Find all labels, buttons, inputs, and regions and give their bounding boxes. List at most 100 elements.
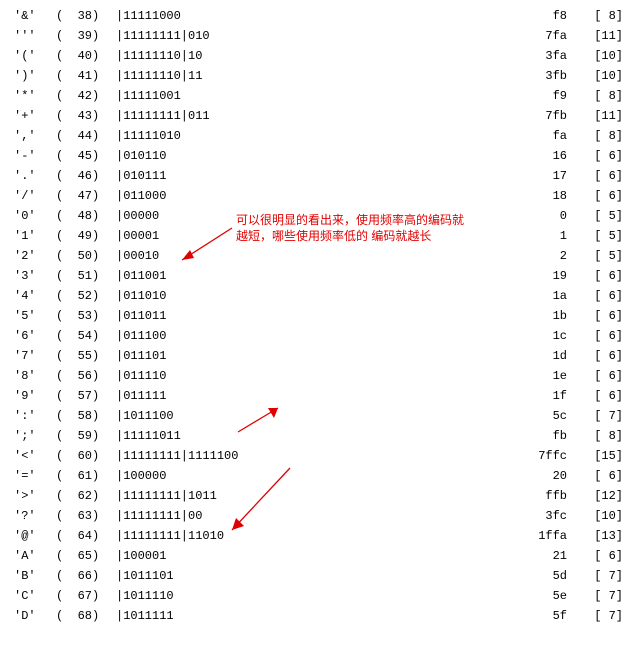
cell-len: [ 6]: [567, 166, 623, 186]
cell-bits: |011111: [116, 386, 507, 406]
table-row: ')'( 41)|11111110|113fb[10]: [14, 66, 623, 86]
cell-dec: ( 61): [56, 466, 116, 486]
table-row: '/'( 47)|01100018[ 6]: [14, 186, 623, 206]
cell-dec: ( 68): [56, 606, 116, 626]
cell-hex: 17: [507, 166, 567, 186]
cell-hex: 21: [507, 546, 567, 566]
cell-dec: ( 43): [56, 106, 116, 126]
table-row: '3'( 51)|01100119[ 6]: [14, 266, 623, 286]
cell-len: [ 8]: [567, 426, 623, 446]
cell-len: [ 6]: [567, 286, 623, 306]
cell-dec: ( 47): [56, 186, 116, 206]
cell-bits: |11111110|10: [116, 46, 507, 66]
cell-dec: ( 48): [56, 206, 116, 226]
table-row: '('( 40)|11111110|103fa[10]: [14, 46, 623, 66]
cell-char: '<': [14, 446, 56, 466]
cell-len: [10]: [567, 46, 623, 66]
cell-hex: 1d: [507, 346, 567, 366]
cell-dec: ( 60): [56, 446, 116, 466]
cell-len: [ 5]: [567, 206, 623, 226]
table-row: '*'( 42)|11111001f9[ 8]: [14, 86, 623, 106]
cell-len: [ 8]: [567, 6, 623, 26]
cell-dec: ( 42): [56, 86, 116, 106]
table-row: '''( 39)|11111111|0107fa[11]: [14, 26, 623, 46]
cell-hex: 5c: [507, 406, 567, 426]
cell-hex: 1c: [507, 326, 567, 346]
cell-len: [ 6]: [567, 306, 623, 326]
cell-len: [ 7]: [567, 586, 623, 606]
table-row: 'C'( 67)|10111105e[ 7]: [14, 586, 623, 606]
cell-char: '3': [14, 266, 56, 286]
cell-bits: |100000: [116, 466, 507, 486]
cell-char: '.': [14, 166, 56, 186]
cell-len: [ 6]: [567, 346, 623, 366]
cell-len: [11]: [567, 26, 623, 46]
cell-bits: |11111111|011: [116, 106, 507, 126]
cell-hex: 3fa: [507, 46, 567, 66]
table-row: '<'( 60)|11111111|11111007ffc[15]: [14, 446, 623, 466]
cell-dec: ( 65): [56, 546, 116, 566]
cell-len: [ 5]: [567, 246, 623, 266]
cell-char: '8': [14, 366, 56, 386]
cell-dec: ( 63): [56, 506, 116, 526]
table-row: ';'( 59)|11111011fb[ 8]: [14, 426, 623, 446]
cell-bits: |11111011: [116, 426, 507, 446]
cell-char: 'A': [14, 546, 56, 566]
cell-bits: |11111000: [116, 6, 507, 26]
cell-bits: |100001: [116, 546, 507, 566]
cell-dec: ( 45): [56, 146, 116, 166]
cell-char: '/': [14, 186, 56, 206]
cell-dec: ( 54): [56, 326, 116, 346]
cell-char: 'C': [14, 586, 56, 606]
cell-bits: |1011110: [116, 586, 507, 606]
table-row: '='( 61)|10000020[ 6]: [14, 466, 623, 486]
table-row: '9'( 57)|0111111f[ 6]: [14, 386, 623, 406]
cell-bits: |11111111|1011: [116, 486, 507, 506]
cell-dec: ( 44): [56, 126, 116, 146]
cell-dec: ( 49): [56, 226, 116, 246]
cell-len: [15]: [567, 446, 623, 466]
cell-len: [ 6]: [567, 546, 623, 566]
cell-hex: 1f: [507, 386, 567, 406]
cell-bits: |010111: [116, 166, 507, 186]
cell-bits: |1011111: [116, 606, 507, 626]
table-row: '4'( 52)|0110101a[ 6]: [14, 286, 623, 306]
cell-hex: 5f: [507, 606, 567, 626]
cell-bits: |011011: [116, 306, 507, 326]
table-row: '+'( 43)|11111111|0117fb[11]: [14, 106, 623, 126]
cell-hex: 1b: [507, 306, 567, 326]
table-row: '@'( 64)|11111111|110101ffa[13]: [14, 526, 623, 546]
cell-dec: ( 46): [56, 166, 116, 186]
cell-hex: 19: [507, 266, 567, 286]
cell-char: '*': [14, 86, 56, 106]
cell-len: [ 6]: [567, 466, 623, 486]
cell-len: [ 6]: [567, 266, 623, 286]
table-row: ':'( 58)|10111005c[ 7]: [14, 406, 623, 426]
cell-dec: ( 55): [56, 346, 116, 366]
cell-char: '0': [14, 206, 56, 226]
cell-dec: ( 50): [56, 246, 116, 266]
cell-len: [13]: [567, 526, 623, 546]
cell-len: [ 6]: [567, 326, 623, 346]
cell-bits: |11111111|010: [116, 26, 507, 46]
cell-dec: ( 51): [56, 266, 116, 286]
cell-bits: |011101: [116, 346, 507, 366]
table-row: '8'( 56)|0111101e[ 6]: [14, 366, 623, 386]
cell-hex: f8: [507, 6, 567, 26]
cell-hex: fa: [507, 126, 567, 146]
cell-bits: |11111111|1111100: [116, 446, 507, 466]
cell-bits: |011000: [116, 186, 507, 206]
table-row: '6'( 54)|0111001c[ 6]: [14, 326, 623, 346]
table-row: '7'( 55)|0111011d[ 6]: [14, 346, 623, 366]
cell-char: ':': [14, 406, 56, 426]
cell-char: '?': [14, 506, 56, 526]
cell-hex: 5d: [507, 566, 567, 586]
cell-char: '2': [14, 246, 56, 266]
table-row: 'A'( 65)|10000121[ 6]: [14, 546, 623, 566]
table-row: '.'( 46)|01011117[ 6]: [14, 166, 623, 186]
cell-char: '>': [14, 486, 56, 506]
cell-len: [ 6]: [567, 146, 623, 166]
cell-len: [ 7]: [567, 606, 623, 626]
cell-char: '7': [14, 346, 56, 366]
cell-dec: ( 58): [56, 406, 116, 426]
